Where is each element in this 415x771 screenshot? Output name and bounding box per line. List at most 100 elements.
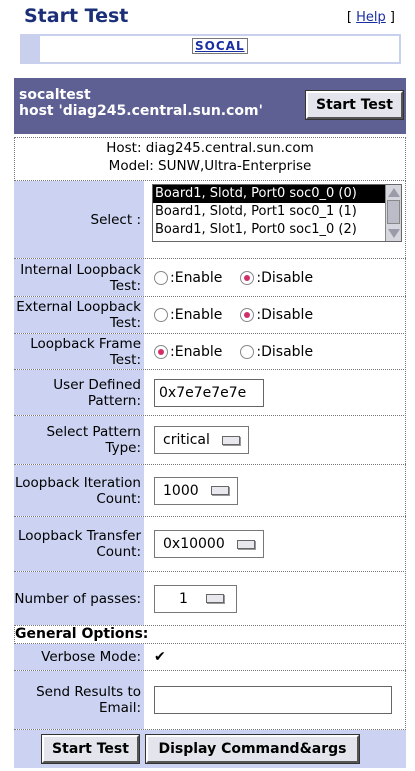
iteration-count-select[interactable]: 1000 (154, 476, 238, 505)
passes-selected: 1 (179, 590, 188, 607)
iteration-count-selected: 1000 (163, 482, 199, 499)
scroll-down-icon[interactable] (388, 229, 400, 238)
pattern-type-select[interactable]: critical (154, 426, 249, 454)
radio-button-icon[interactable] (154, 308, 168, 322)
scroll-thumb[interactable] (387, 200, 400, 224)
action-bar: Start Test Display Command&args (14, 730, 406, 768)
test-name: socaltest (19, 87, 91, 103)
loopback-frame-enable[interactable]: :Enable (154, 344, 222, 360)
internal-loopback-label-text: Internal Loopback Test: (20, 261, 141, 294)
transfer-count-select[interactable]: 0x10000 (154, 530, 264, 558)
external-loopback-disable[interactable]: :Disable (240, 307, 313, 323)
iteration-count-row: Loopback Iteration Count: 1000 (14, 465, 406, 517)
external-loopback-row: External Loopback Test: :Enable :Disable (14, 297, 406, 334)
help-bracket-open: [ (346, 10, 357, 25)
external-loopback-enable[interactable]: :Enable (154, 307, 222, 323)
start-test-button[interactable]: Start Test (42, 735, 139, 763)
start-test-button-top[interactable]: Start Test (306, 91, 403, 119)
user-pattern-row: User Defined Pattern: (14, 370, 406, 416)
verbose-label: Verbose Mode: (14, 644, 144, 670)
loopback-frame-label-text: Loopback Frame Test: (30, 335, 141, 368)
radio-button-icon[interactable] (240, 344, 255, 359)
option-menu-icon (221, 435, 240, 445)
email-input[interactable] (154, 686, 392, 714)
general-options-heading: General Options: (14, 626, 406, 644)
internal-loopback-disable[interactable]: :Disable (240, 270, 313, 286)
loopback-frame-value: :Enable :Disable (148, 334, 406, 369)
test-header: socaltest host 'diag245.central.sun.com'… (14, 78, 406, 134)
scroll-up-icon[interactable] (388, 188, 400, 197)
radio-label: :Enable (170, 269, 223, 286)
user-pattern-label-text: User Defined Pattern: (53, 376, 141, 409)
option-menu-icon (210, 486, 229, 495)
radio-label: :Disable (256, 343, 314, 360)
page-title: Start Test (24, 5, 129, 27)
transfer-count-label-text: Loopback Transfer Count: (17, 528, 141, 560)
option-menu-icon (205, 594, 224, 603)
pattern-type-label-text: Select Pattern Type: (46, 424, 141, 456)
radio-button-selected-icon[interactable] (240, 308, 255, 322)
iteration-count-value: 1000 (148, 465, 406, 516)
email-label: Send Results to Email: (14, 671, 144, 729)
iteration-count-label: Loopback Iteration Count: (14, 465, 144, 516)
host-line: Host: diag245.central.sun.com (106, 140, 314, 156)
radio-label: :Disable (256, 307, 314, 323)
verbose-label-text: Verbose Mode: (41, 649, 141, 665)
passes-select[interactable]: 1 (154, 584, 237, 613)
help-link-wrapper: [ Help ] (347, 10, 395, 25)
internal-loopback-value: :Enable :Disable (148, 259, 406, 296)
radio-label: :Enable (170, 307, 223, 323)
radio-button-icon[interactable] (154, 270, 168, 285)
port-listbox[interactable]: Board1, Slotd, Port0 soc0_0 (0) Board1, … (152, 184, 402, 242)
display-command-button[interactable]: Display Command&args (146, 735, 359, 763)
transfer-count-value: 0x10000 (148, 517, 406, 571)
external-loopback-radios: :Enable :Disable (154, 307, 313, 323)
passes-label: Number of passes: (14, 572, 144, 625)
user-pattern-input[interactable] (154, 378, 264, 407)
loopback-frame-label: Loopback Frame Test: (14, 334, 144, 369)
nav-strip: SOCAL (20, 34, 401, 64)
pattern-type-selected: critical (163, 432, 210, 448)
radio-label: :Disable (256, 269, 314, 286)
test-host: host 'diag245.central.sun.com' (19, 103, 263, 119)
email-label-text: Send Results to Email: (36, 684, 141, 716)
verbose-value: ✔ (148, 644, 406, 670)
option-menu-icon (236, 539, 255, 549)
model-line: Model: SUNW,Ultra-Enterprise (108, 158, 312, 174)
socal-link[interactable]: SOCAL (192, 38, 248, 54)
external-loopback-value: :Enable :Disable (148, 297, 406, 333)
email-row: Send Results to Email: (14, 671, 406, 730)
port-option[interactable]: Board1, Slotd, Port0 soc0_0 (0) (153, 185, 401, 203)
radio-button-selected-icon[interactable] (240, 270, 255, 285)
listbox-scrollbar[interactable] (385, 185, 401, 241)
internal-loopback-enable[interactable]: :Enable (154, 270, 222, 286)
radio-label: :Enable (170, 343, 223, 360)
transfer-count-selected: 0x10000 (163, 536, 225, 552)
internal-loopback-label: Internal Loopback Test: (14, 259, 144, 296)
help-bracket-close: ] (385, 10, 395, 25)
pattern-type-value: critical (148, 416, 406, 464)
transfer-count-row: Loopback Transfer Count: 0x10000 (14, 517, 406, 572)
email-value (148, 671, 406, 729)
passes-label-text: Number of passes: (14, 590, 141, 607)
transfer-count-label: Loopback Transfer Count: (14, 517, 144, 571)
radio-button-selected-icon[interactable] (154, 344, 168, 359)
help-link[interactable]: Help (356, 10, 386, 25)
select-row: Select : Board1, Slotd, Port0 soc0_0 (0)… (14, 181, 406, 259)
internal-loopback-radios: :Enable :Disable (154, 270, 313, 286)
external-loopback-label: External Loopback Test: (14, 297, 144, 333)
port-option[interactable]: Board1, Slotd, Port1 soc0_1 (1) (153, 203, 401, 221)
external-loopback-label-text: External Loopback Test: (16, 299, 141, 331)
loopback-frame-disable[interactable]: :Disable (240, 344, 313, 360)
passes-value: 1 (148, 572, 406, 625)
user-pattern-label: User Defined Pattern: (14, 370, 144, 415)
verbose-row: Verbose Mode: ✔ (14, 644, 406, 671)
iteration-count-label-text: Loopback Iteration Count: (14, 474, 141, 507)
start-test-page: Start Test [ Help ] SOCAL socaltest host… (0, 0, 415, 771)
port-option[interactable]: Board1, Slot1, Port0 soc1_0 (2) (153, 221, 401, 239)
pattern-type-label: Select Pattern Type: (14, 416, 144, 464)
internal-loopback-row: Internal Loopback Test: :Enable :Disable (14, 259, 406, 297)
passes-row: Number of passes: 1 (14, 572, 406, 626)
verbose-checkbox[interactable]: ✔ (154, 650, 168, 664)
loopback-frame-row: Loopback Frame Test: :Enable :Disable (14, 334, 406, 370)
